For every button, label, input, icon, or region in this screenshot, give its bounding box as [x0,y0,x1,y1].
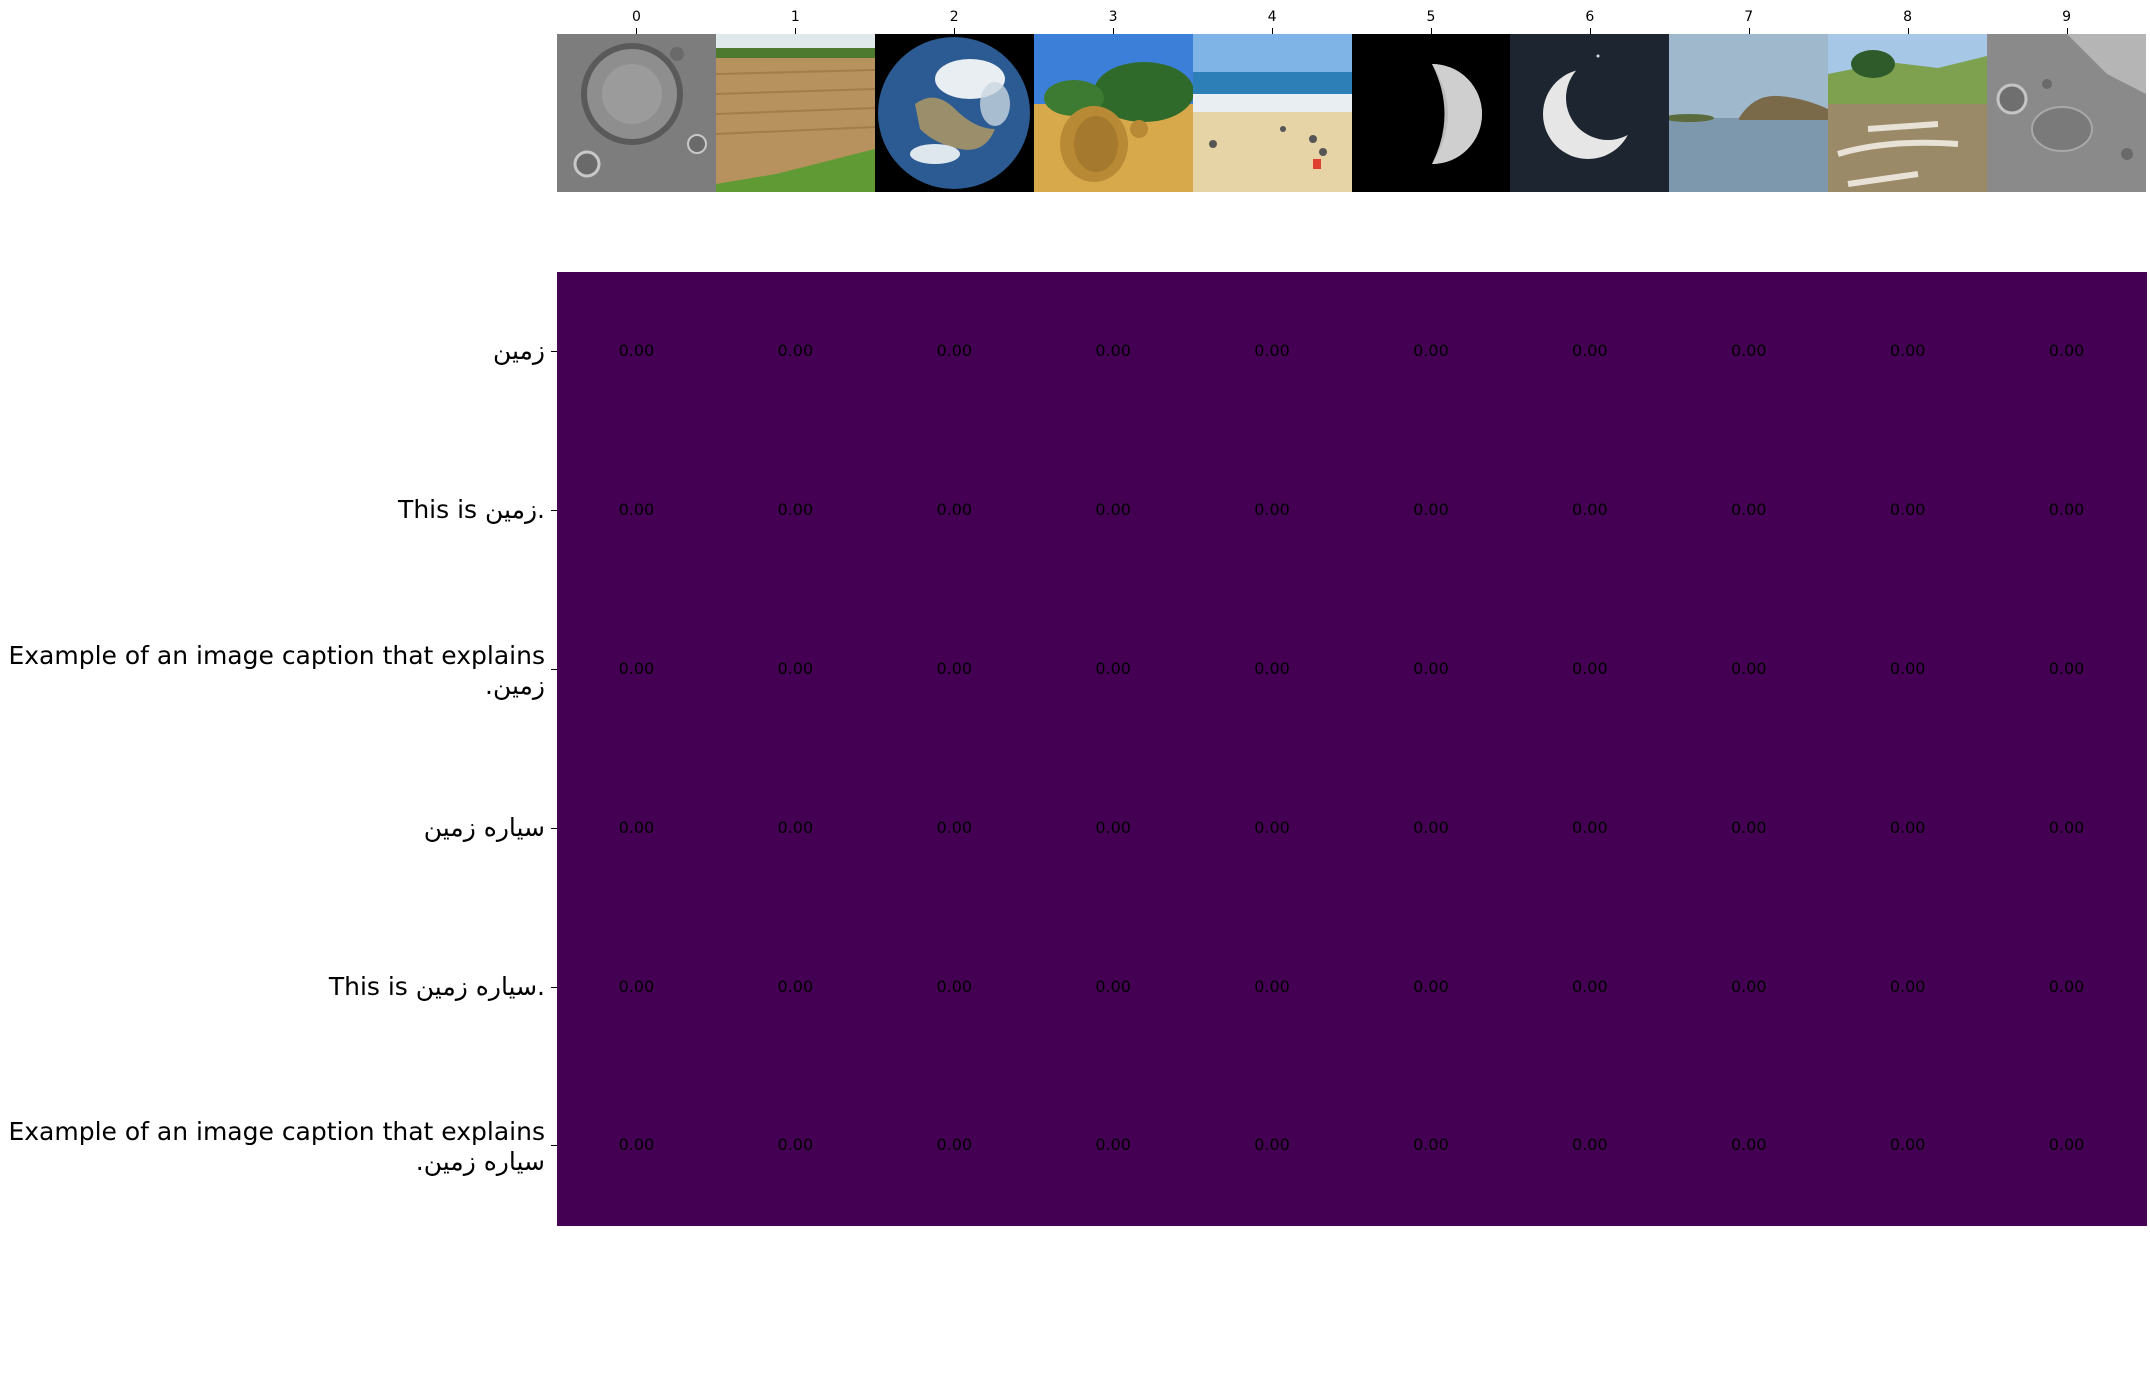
cell-value-label: 0.00 [777,1135,814,1155]
cell-value-label: 0.00 [1572,500,1608,520]
cell-value-label: 0.00 [1889,659,1926,678]
cell-value-label: 0.00 [1413,817,1449,837]
cell-value-label: 0.00 [936,341,973,361]
row-label: Example of an image caption that explain… [8,641,545,700]
cell-value-label: 0.00 [777,659,814,678]
column-tick-mark [795,28,797,34]
cell-value-label: 0.00 [1413,659,1449,678]
column-tick-mark [1430,28,1432,34]
column-tick-label: 4 [1267,9,1277,25]
cell-value-label: 0.00 [2048,341,2085,361]
cell-value-label: 0.00 [1095,341,1131,361]
row-label: Example of an image caption that explain… [8,1117,545,1177]
row-label: زمین [492,336,545,366]
column-image-hay-bale [1033,34,1193,192]
cell-value-label: 0.00 [1730,976,1767,996]
cell-value-label: 0.00 [2048,817,2085,837]
cell-value-label: 0.00 [1254,1135,1290,1155]
cell-value-label: 0.00 [2048,1135,2085,1155]
column-image-moon-crater [557,34,716,192]
cell-value-label: 0.00 [1413,976,1449,996]
cell-value-label: 0.00 [1730,1135,1767,1155]
cell-value-label: 0.00 [1254,817,1290,837]
cell-value-label: 0.00 [1889,500,1926,520]
column-tick-mark [1589,28,1591,34]
cell-value-label: 0.00 [618,1135,655,1155]
cell-value-label: 0.00 [2048,659,2085,678]
cell-value-label: 0.00 [618,659,655,678]
cell-value-label: 0.00 [1572,1135,1608,1155]
cell-value-label: 0.00 [618,976,655,996]
cell-value-label: 0.00 [2048,976,2085,996]
column-tick-label: 3 [1108,9,1118,25]
cell-value-label: 0.00 [1889,1135,1926,1155]
column-tick-label: 9 [2062,9,2071,25]
cell-value-label: 0.00 [1254,659,1290,678]
column-tick-label: 6 [1585,9,1595,25]
cell-value-label: 0.00 [1572,817,1608,837]
cell-value-label: 0.00 [1095,1135,1131,1155]
row-label: This is زمین. [398,495,545,525]
cell-value-label: 0.00 [1254,341,1290,361]
cell-value-label: 0.00 [777,341,814,361]
column-tick-label: 2 [949,9,959,25]
column-image-lunar-surface [1987,34,2147,192]
cell-value-label: 0.00 [1730,659,1767,678]
cell-value-label: 0.00 [1889,817,1926,837]
column-image-half-moon [1351,34,1511,192]
cell-value-label: 0.00 [1572,976,1608,996]
cell-value-label: 0.00 [777,976,814,996]
cell-value-label: 0.00 [1095,976,1131,996]
heatmap-grid: 0.00 0.00 0.00 0.00 0.00 0.00 0.00 0.00 0.00 0.00… [557,272,2147,1226]
column-image-earth-globe [874,34,1034,192]
column-image-plowed-field [715,34,875,192]
column-tick-label: 7 [1744,9,1754,25]
column-tick-mark [1907,28,1909,34]
cell-value-label: 0.00 [1889,341,1926,361]
cell-value-label: 0.00 [1254,500,1290,520]
cell-value-label: 0.00 [1095,500,1131,520]
column-tick-mark [2066,28,2068,34]
column-tick-mark [1272,28,1274,34]
column-image-lake [1669,34,1829,192]
cell-value-label: 0.00 [936,500,973,520]
column-tick-mark [636,28,638,34]
cell-value-label: 0.00 [1095,659,1131,678]
cell-value-label: 0.00 [1730,341,1767,361]
cell-value-label: 0.00 [1413,500,1449,520]
column-tick-mark [1748,28,1750,34]
cell-value-label: 0.00 [618,341,655,361]
column-image-hillside-driftwood [1828,34,1988,192]
cell-value-label: 0.00 [1095,817,1131,837]
cell-value-label: 0.00 [777,817,814,837]
row-label: This is سیاره زمین. [328,971,545,1001]
cell-value-label: 0.00 [936,659,973,678]
cell-value-label: 0.00 [1572,659,1608,678]
cell-value-label: 0.00 [777,500,814,520]
cell-value-label: 0.00 [1730,500,1767,520]
column-tick-mark [954,28,956,34]
cell-value-label: 0.00 [1254,976,1290,996]
cell-value-label: 0.00 [936,976,973,996]
column-tick-label: 0 [631,9,641,25]
cell-value-label: 0.00 [1889,976,1926,996]
cell-value-label: 0.00 [618,817,655,837]
cell-value-label: 0.00 [936,1135,973,1155]
column-image-crescent-moon [1510,34,1670,192]
column-image-beach [1192,34,1352,192]
cell-value-label: 0.00 [1413,1135,1449,1155]
cell-value-label: 0.00 [936,817,973,837]
column-tick-label: 8 [1903,9,1913,25]
similarity-figure: 0 1 2 3 4 5 6 7 8 9 زمین This is زمین. Example of a… [0,0,2150,1390]
row-label: سیاره زمین [423,812,545,842]
cell-value-label: 0.00 [2048,500,2085,520]
cell-value-label: 0.00 [1413,341,1449,361]
cell-value-label: 0.00 [1572,341,1608,361]
cell-value-label: 0.00 [618,500,655,520]
column-tick-label: 1 [790,9,800,25]
column-tick-label: 5 [1426,9,1436,25]
column-tick-mark [1113,28,1115,34]
cell-value-label: 0.00 [1730,817,1767,837]
